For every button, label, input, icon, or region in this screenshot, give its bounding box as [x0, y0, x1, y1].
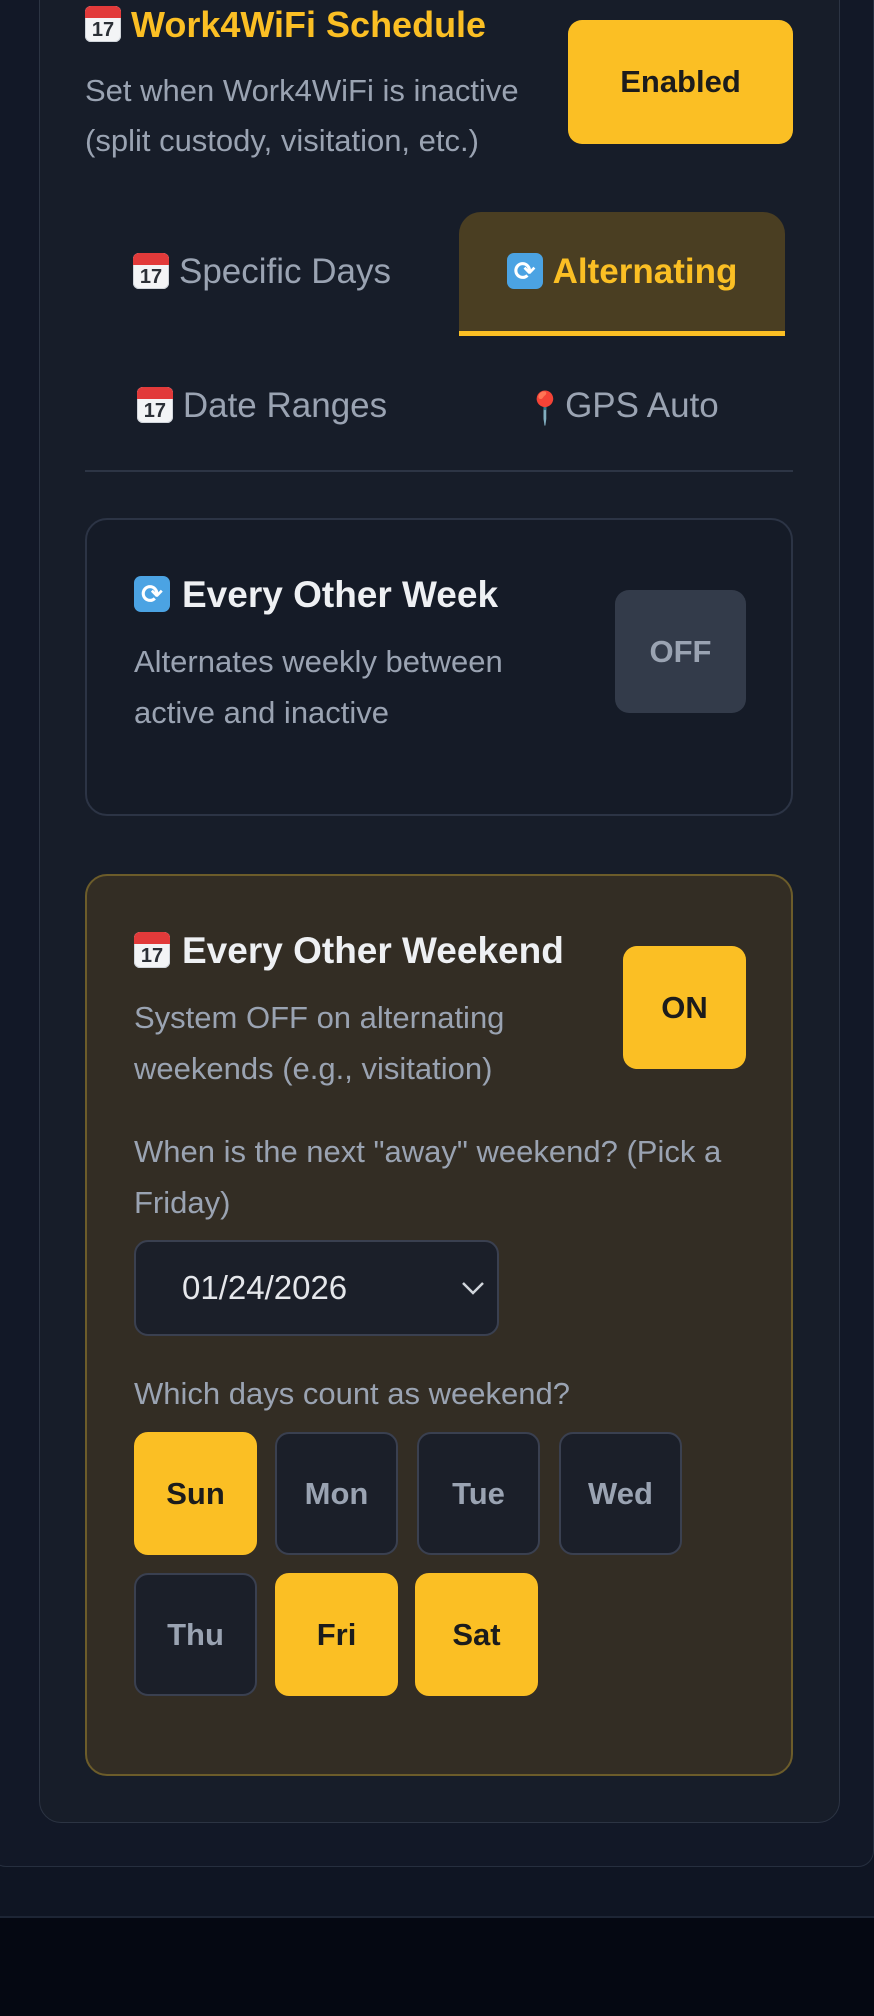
tab-label: Alternating: [552, 252, 738, 291]
date-value: 01/24/2026: [182, 1269, 348, 1306]
pin-icon: 📍: [525, 388, 566, 427]
tabs-divider: [85, 470, 793, 472]
day-sun[interactable]: Sun: [134, 1432, 257, 1555]
calendar-icon: 17: [85, 6, 121, 43]
tab-label: Specific Days: [178, 252, 392, 291]
every-other-week-card: ⟳ Every Other Week Alternates weekly betw…: [85, 518, 793, 816]
tab-label: Date Ranges: [182, 386, 388, 425]
calendar-icon: 17: [134, 932, 170, 969]
every-other-weekend-card: 17 Every Other Weekend System OFF on alte…: [85, 874, 793, 1776]
day-wed[interactable]: Wed: [559, 1432, 682, 1555]
next-away-date-select[interactable]: 01/24/2026: [134, 1240, 499, 1336]
every-other-weekend-description: System OFF on alternating weekends (e.g.…: [134, 1000, 505, 1086]
bottom-bar: [0, 1918, 874, 2016]
every-other-week-description: Alternates weekly between active and ina…: [134, 644, 503, 730]
sync-icon: ⟳: [134, 576, 170, 613]
tab-date-ranges[interactable]: 17 Date Ranges: [85, 346, 439, 466]
day-fri[interactable]: Fri: [275, 1573, 398, 1696]
tab-alternating[interactable]: ⟳ Alternating: [459, 212, 785, 336]
every-other-weekend-toggle[interactable]: ON: [623, 946, 746, 1069]
every-other-week-title: ⟳ Every Other Week: [134, 570, 498, 620]
schedule-subtitle: Set when Work4WiFi is inactive (split cu…: [85, 73, 519, 158]
day-sat[interactable]: Sat: [415, 1573, 538, 1696]
every-other-week-toggle[interactable]: OFF: [615, 590, 746, 713]
day-tue[interactable]: Tue: [417, 1432, 540, 1555]
calendar-icon: 17: [136, 386, 173, 423]
chevron-down-icon: [462, 1282, 484, 1295]
weekend-days-label: Which days count as weekend?: [134, 1376, 570, 1411]
sync-icon: ⟳: [506, 252, 543, 289]
day-thu[interactable]: Thu: [134, 1573, 257, 1696]
tab-gps-auto[interactable]: 📍GPS Auto: [459, 346, 785, 466]
schedule-enabled-button[interactable]: Enabled: [568, 20, 793, 144]
every-other-weekend-title: 17 Every Other Weekend: [134, 926, 564, 976]
calendar-icon: 17: [132, 252, 169, 289]
tab-label: GPS Auto: [565, 386, 719, 425]
day-mon[interactable]: Mon: [275, 1432, 398, 1555]
schedule-title: 17 Work4WiFi Schedule: [85, 0, 486, 50]
next-away-weekend-label: When is the next "away" weekend? (Pick a…: [134, 1134, 722, 1220]
tab-specific-days[interactable]: 17 Specific Days: [85, 212, 439, 332]
